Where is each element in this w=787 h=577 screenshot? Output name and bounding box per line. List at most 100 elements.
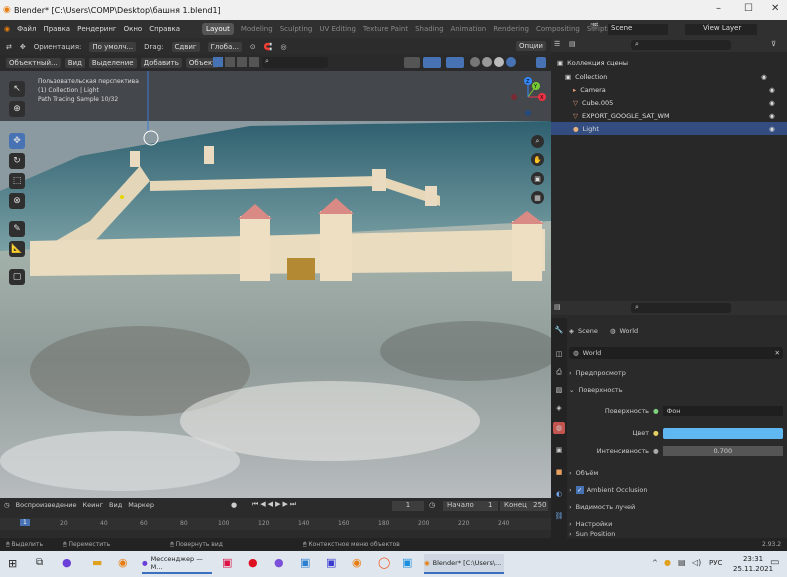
pivot-icon[interactable]: ⊙ [250,43,256,51]
properties-editor-icon[interactable]: ▤ [554,303,561,311]
measure-tool-icon[interactable]: 📐 [9,241,25,257]
physics-tab-icon[interactable]: ◐ [553,488,565,500]
panel-surface[interactable]: ⌄ Поверхность [569,384,783,396]
outliner-row-collection[interactable]: ▣ Collection ◉ [551,70,787,83]
language-indicator[interactable]: РУС [709,559,722,567]
search-icon[interactable]: ⌕ [262,57,328,68]
blender-taskbar-icon[interactable]: ◉ [118,556,128,569]
app-icon-5[interactable]: ▣ [402,556,412,569]
task-view-icon[interactable]: ⧉ [36,557,43,568]
menu-file[interactable]: Файл [17,25,36,33]
annotate-tool-icon[interactable]: ✎ [9,221,25,237]
panel-volume[interactable]: › Объём [569,467,783,479]
app-icon-1[interactable]: ● [62,556,72,569]
world-name[interactable]: World [583,349,602,357]
minimize-button[interactable]: – [716,3,721,14]
menu-playback[interactable]: Воспроизведение [16,501,77,509]
display-mode-icon[interactable]: ▤ [569,40,576,48]
menu-render[interactable]: Рендеринг [77,25,117,33]
yandex-icon[interactable]: ● [248,556,258,569]
tab-shading[interactable]: Shading [415,25,443,33]
shading-mode-icons[interactable] [470,57,516,67]
volume-icon[interactable]: ◁) [692,558,701,567]
color-swatch[interactable] [662,427,783,439]
panel-ray-visibility[interactable]: › Видимость лучей [569,501,783,513]
scene-selector[interactable]: Scene [608,24,668,35]
panel-preview[interactable]: › Предпросмотр [569,367,783,379]
drag-dropdown[interactable]: Сдвиг [171,41,200,52]
snap-icon[interactable]: 🧲 [264,43,273,51]
end-frame-field[interactable]: Конец 250 [500,501,548,511]
world-unlink-icon[interactable]: ✕ [775,349,780,357]
move-tool-icon[interactable]: ✥ [9,133,25,149]
transform-orientation-dropdown[interactable]: Глоба... [207,41,242,52]
navigation-gizmo[interactable]: X Y Z [508,77,548,117]
playback-controls[interactable]: ⏮◀◀▶▶⏭ [252,500,298,509]
cube-eye-icon[interactable]: ◉ [769,99,775,107]
properties-search-icon[interactable]: ⌕ [631,303,731,313]
transform-icon[interactable]: ✥ [20,43,26,51]
tab-uv-editing[interactable]: UV Editing [319,25,356,33]
overlay-toggle[interactable] [446,57,464,68]
scene-tab-icon[interactable]: ◈ [553,402,565,414]
constraint-tab-icon[interactable]: ⛓ [553,510,565,522]
light-eye-icon[interactable]: ◉ [769,125,775,133]
app-icon-3[interactable]: ▣ [300,556,310,569]
selection-mode-icons[interactable] [213,57,259,67]
strength-field[interactable]: 0.700 [662,446,783,456]
tab-texture-paint[interactable]: Texture Paint [363,25,408,33]
viber-icon[interactable]: ● [274,556,284,569]
start-frame-field[interactable]: Начало 1 [443,501,498,511]
world-tab-icon[interactable]: ◍ [553,422,565,434]
outliner-search-icon[interactable]: ⌕ [631,40,731,50]
filter-icon[interactable]: ⊽ [771,40,776,48]
outliner-row-camera[interactable]: ▸ Camera ◉ [551,83,787,96]
surface-shader-field[interactable]: Фон [662,406,783,416]
outliner-row-cube[interactable]: ▽ Cube.005 ◉ [551,96,787,109]
tab-compositing[interactable]: Compositing [536,25,580,33]
menu-window[interactable]: Окно [124,25,143,33]
mode-dropdown[interactable]: Объектный... [6,58,61,68]
outliner-row-export[interactable]: ▽ EXPORT_GOOGLE_SAT_WM ◉ [551,109,787,122]
tool-tab-icon[interactable]: 🔧 [553,324,565,336]
blender-taskbar-item[interactable]: ◉ Blender* [C:\Users\... [424,554,504,574]
menu-view[interactable]: Вид [64,58,85,68]
view-layer-selector[interactable]: View Layer [685,24,757,35]
menu-select[interactable]: Выделение [88,58,137,68]
close-button[interactable]: ✕ [771,3,779,14]
editor-type-icon[interactable]: ⇄ [6,43,12,51]
app-icon-4[interactable]: ▣ [326,556,336,569]
clock[interactable]: 23:31 25.11.2021 [733,554,773,574]
perspective-grid-icon[interactable]: ▦ [531,191,544,204]
3d-viewport[interactable]: Пользовательская перспектива (1) Collect… [0,71,551,498]
pause-render-button[interactable] [536,57,546,68]
current-frame-field[interactable]: 1 [392,501,424,511]
menu-marker[interactable]: Маркер [128,501,154,509]
menu-help[interactable]: Справка [149,25,180,33]
menu-edit[interactable]: Правка [43,25,70,33]
panel-sun-position[interactable]: › Sun Position [569,529,783,538]
render-tab-icon[interactable]: ◫ [553,348,565,360]
export-eye-icon[interactable]: ◉ [769,112,775,120]
tray-chevron-icon[interactable]: ^ [652,559,658,567]
camera-eye-icon[interactable]: ◉ [769,86,775,94]
opera-icon[interactable]: ◯ [378,556,390,569]
options-dropdown[interactable]: Опции [516,41,546,51]
object-tab-icon[interactable]: ■ [553,466,565,478]
blender-menu-icon[interactable]: ◉ [4,25,10,33]
menu-add[interactable]: Добавить [140,58,182,68]
tray-app-icon[interactable]: ● [664,558,671,567]
notification-icon[interactable]: ▭ [770,557,779,568]
windows-start-icon[interactable]: ⊞ [8,557,17,570]
transform-tool-icon[interactable]: ⊗ [9,193,25,209]
ao-checkbox[interactable]: ✓ [575,486,584,494]
collection-tab-icon[interactable]: ▣ [553,444,565,456]
add-cube-tool-icon[interactable]: ▢ [9,269,25,285]
output-tab-icon[interactable]: ⎙ [553,366,565,378]
blender-pinned-icon[interactable]: ◉ [352,556,362,569]
cursor-tool-icon[interactable]: ⊕ [9,101,25,117]
view-layer-tab-icon[interactable]: ▨ [553,384,565,396]
camera-view-icon[interactable]: ▣ [531,172,544,185]
record-icon[interactable]: ● [231,501,237,509]
outliner-row-scene-collection[interactable]: ▣ Коллекция сцены [551,56,787,69]
